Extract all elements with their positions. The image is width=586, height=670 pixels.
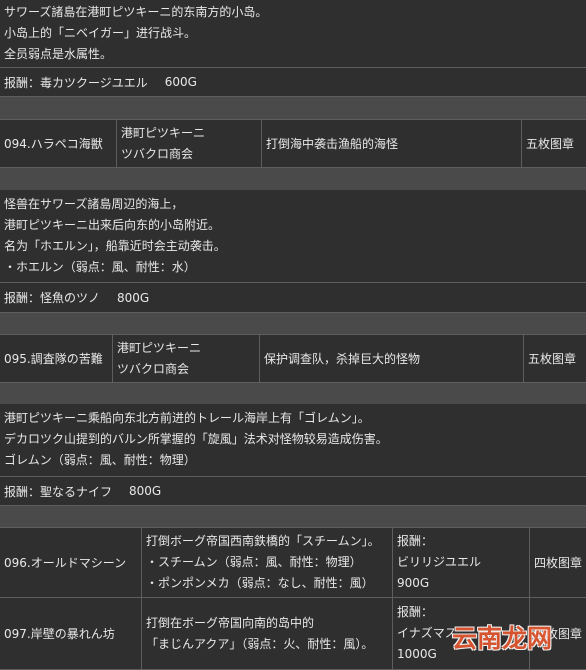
quest-table: サワーズ諸島在港町ピツキーニ的东南方的小岛。 小岛上的「ニベイガー」进行战斗。 …: [0, 0, 586, 670]
quest-stamps: 四枚图章: [534, 556, 583, 570]
quest-client-cell: 港町ピツキーニ ツバクロ商会: [117, 120, 262, 167]
reward-item: 报酬：聖なるナイフ: [4, 484, 113, 499]
detail-line: 怪兽在サワーズ諸島周辺的海上，: [4, 197, 184, 211]
top-reward: 报酬：毒カツクージユエル 600G: [0, 68, 586, 97]
objective-line: ・スチームン（弱点：風、耐性：物理）: [146, 555, 362, 569]
quest-name-cell: 097.岸壁の暴れん坊: [0, 598, 142, 669]
quest-details-095: 港町ピツキーニ乘船向东北方前进的トレール海岸上有「ゴレムン」。 デカロツク山提到…: [0, 404, 586, 477]
separator-band: [0, 313, 586, 334]
description-line: 小岛上的「ニベイガー」进行战斗。: [4, 26, 197, 40]
detail-line: デカロツク山提到的バルン所掌握的「旋風」法术对怪物较易造成伤害。: [4, 432, 388, 446]
quest-name-cell: 094.ハラペコ海獣: [0, 120, 117, 167]
separator-band: [0, 383, 586, 404]
quest-objective: 打倒海中袭击渔船的海怪: [266, 137, 399, 151]
quest-stamps-cell: 五枚图章: [524, 335, 586, 382]
reward-gold: 800G: [129, 484, 162, 498]
separator-band: [0, 506, 586, 527]
objective-line: 打倒ボーグ帝国西南鉄橋的「スチームン」。: [146, 534, 380, 548]
reward-line: ビリリジユエル: [397, 555, 482, 569]
reward-line: 900G: [397, 576, 430, 590]
detail-line: 港町ピツキーニ乘船向东北方前进的トレール海岸上有「ゴレムン」。: [4, 411, 370, 425]
quest-name-cell: 096.オールドマシーン: [0, 528, 142, 597]
quest-objective-cell: 保护调查队，杀掉巨大的怪物: [260, 335, 524, 382]
objective-line: 「まじんアクア」（弱点：火、耐性：風）。: [146, 636, 374, 651]
quest-reward-095: 报酬：聖なるナイフ 800G: [0, 477, 586, 506]
quest-row-096: 096.オールドマシーン 打倒ボーグ帝国西南鉄橋的「スチームン」。 ・スチームン…: [0, 527, 586, 598]
top-description: サワーズ諸島在港町ピツキーニ的东南方的小岛。 小岛上的「ニベイガー」进行战斗。 …: [0, 0, 586, 68]
client-line: 港町ピツキーニ: [117, 340, 202, 355]
quest-name: 094.ハラペコ海獣: [4, 137, 103, 151]
objective-line: ・ポンポンメカ（弱点：なし、耐性：風）: [146, 576, 374, 590]
quest-stamps: 五枚图章: [526, 137, 575, 151]
quest-objective: 保护调查队，杀掉巨大的怪物: [264, 352, 421, 366]
quest-row-095: 095.調査隊の苦難 港町ピツキーニ ツバクロ商会 保护调查队，杀掉巨大的怪物 …: [0, 334, 586, 383]
reward-item: 报酬：毒カツクージユエル: [4, 75, 148, 90]
quest-stamps: 五枚图章: [528, 352, 577, 366]
quest-name: 095.調査隊の苦難: [4, 352, 103, 366]
quest-row-094: 094.ハラペコ海獣 港町ピツキーニ ツバクロ商会 打倒海中袭击渔船的海怪 五枚…: [0, 119, 586, 168]
quest-stamps-cell: 五枚图章: [522, 120, 586, 167]
client-line: 港町ピツキーニ: [121, 125, 206, 140]
quest-reward-094: 报酬：怪魚のツノ 800G: [0, 283, 586, 313]
quest-stamps-cell: 四枚图章: [530, 528, 586, 597]
quest-objective-cell: 打倒海中袭击渔船的海怪: [262, 120, 522, 167]
quest-client-cell: 港町ピツキーニ ツバクロ商会: [113, 335, 260, 382]
quest-objective-cell: 打倒ボーグ帝国西南鉄橋的「スチームン」。 ・スチームン（弱点：風、耐性：物理） …: [142, 528, 393, 597]
description-line: サワーズ諸島在港町ピツキーニ的东南方的小岛。: [4, 5, 268, 19]
reward-item: 报酬：怪魚のツノ: [4, 291, 101, 305]
detail-line: ・ホエルン（弱点：風、耐性：水）: [4, 260, 196, 274]
separator-band: [0, 97, 586, 119]
site-watermark: 云南龙网: [452, 624, 553, 653]
quest-objective-cell: 打倒在ボーグ帝国向南的岛中的 「まじんアクア」（弱点：火、耐性：風）。: [142, 598, 393, 669]
reward-line: 报酬：: [397, 534, 434, 548]
detail-line: ゴレムン（弱点：風、耐性：物理）: [4, 453, 196, 467]
detail-line: 名为「ホエルン」，船靠近时会主动袭击。: [4, 239, 226, 253]
client-line: ツバクロ商会: [117, 361, 190, 376]
reward-gold: 800G: [117, 290, 150, 305]
objective-line: 打倒在ボーグ帝国向南的岛中的: [146, 615, 315, 630]
quest-name: 096.オールドマシーン: [4, 556, 127, 570]
quest-reward-cell: 报酬： ビリリジユエル 900G: [393, 528, 530, 597]
quest-name: 097.岸壁の暴れん坊: [4, 627, 115, 641]
reward-gold: 600G: [164, 75, 197, 89]
detail-line: 港町ピツキーニ出来后向东的小岛附近。: [4, 218, 221, 232]
quest-details-094: 怪兽在サワーズ諸島周辺的海上， 港町ピツキーニ出来后向东的小岛附近。 名为「ホエ…: [0, 190, 586, 283]
quest-name-cell: 095.調査隊の苦難: [0, 335, 113, 382]
client-line: ツバクロ商会: [121, 146, 194, 161]
separator-band: [0, 168, 586, 190]
description-line: 全员弱点是水属性。: [4, 47, 113, 61]
